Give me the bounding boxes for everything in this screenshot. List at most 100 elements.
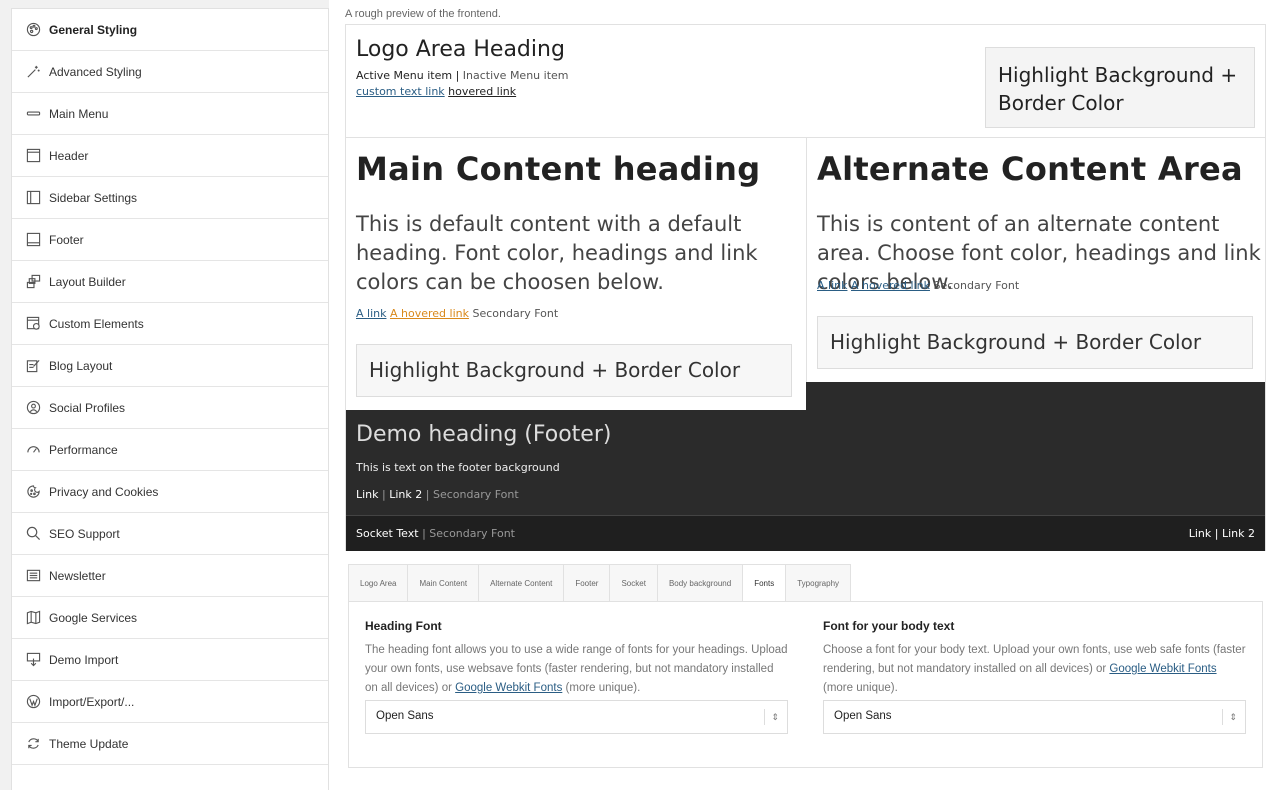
search-icon <box>25 526 41 542</box>
tab-alternate-content[interactable]: Alternate Content <box>478 564 564 602</box>
sidebar-item-layout-builder[interactable]: Layout Builder <box>12 261 328 303</box>
socket-separator: | <box>422 527 426 540</box>
menu-separator: | <box>455 69 460 82</box>
heading-font-select[interactable]: Open Sans ⇕ <box>365 700 788 734</box>
alt-secondary-font: Secondary Font <box>933 279 1020 292</box>
google-webkit-fonts-link[interactable]: Google Webkit Fonts <box>455 682 562 694</box>
tab-logo-area[interactable]: Logo Area <box>348 564 408 602</box>
heading-font-desc-suffix: (more unique). <box>565 682 641 694</box>
sidebar-item-footer[interactable]: Footer <box>12 219 328 261</box>
sidebar-item-label: Import/Export/... <box>49 694 135 709</box>
tab-socket[interactable]: Socket <box>609 564 657 602</box>
preview-socket: Socket Text | Secondary Font Link | Link… <box>346 515 1265 551</box>
alt-hovered-link[interactable]: A hovered link <box>851 279 930 292</box>
sidebar-item-custom-elements[interactable]: Custom Elements <box>12 303 328 345</box>
footer-link-2[interactable]: Link 2 <box>389 488 422 501</box>
tab-main-content[interactable]: Main Content <box>407 564 479 602</box>
sidebar-item-general-styling[interactable]: General Styling <box>12 9 328 51</box>
footer-link-1[interactable]: Link <box>356 488 379 501</box>
inactive-menu-item[interactable]: Inactive Menu item <box>463 69 569 82</box>
sidebar-item-advanced-styling[interactable]: Advanced Styling <box>12 51 328 93</box>
logo-highlight-box: Highlight Background + Border Color <box>985 47 1255 128</box>
sidebar-item-newsletter[interactable]: Newsletter <box>12 555 328 597</box>
socket-text-line: Socket Text | Secondary Font <box>356 527 515 540</box>
footer-layout-icon <box>25 232 41 248</box>
tab-body-background[interactable]: Body background <box>656 564 743 602</box>
sidebar-item-blog-layout[interactable]: Blog Layout <box>12 345 328 387</box>
preview-alternate-content: Alternate Content Area This is content o… <box>806 138 1265 382</box>
sidebar-item-header[interactable]: Header <box>12 135 328 177</box>
body-font-desc-suffix: (more unique). <box>823 682 898 694</box>
footer-text: This is text on the footer background <box>356 461 560 474</box>
sidebar-item-label: Header <box>49 148 89 163</box>
main-hovered-link[interactable]: A hovered link <box>390 307 469 320</box>
sidebar-item-label: Social Profiles <box>49 400 126 415</box>
custom-elements-icon <box>25 316 41 332</box>
settings-tabs: Logo Area Main Content Alternate Content… <box>348 564 852 602</box>
footer-separator: | <box>382 488 386 501</box>
sidebar-item-label: Main Menu <box>49 106 109 121</box>
heading-font-value: Open Sans <box>376 710 434 722</box>
select-arrows-icon: ⇕ <box>764 709 779 725</box>
tab-typography[interactable]: Typography <box>785 564 852 602</box>
sidebar-item-label: Blog Layout <box>49 358 113 373</box>
cookie-icon <box>25 484 41 500</box>
custom-text-link[interactable]: custom text link <box>356 85 445 98</box>
google-webkit-fonts-link[interactable]: Google Webkit Fonts <box>1109 663 1216 675</box>
footer-edge-strip <box>806 382 1265 410</box>
sidebar-item-label: Performance <box>49 442 118 457</box>
preview-main-content: Main Content heading This is default con… <box>346 138 806 410</box>
sidebar-item-demo-import[interactable]: Demo Import <box>12 639 328 681</box>
sidebar-item-label: Privacy and Cookies <box>49 484 159 499</box>
sidebar-item-label: Google Services <box>49 610 138 625</box>
socket-links: Link | Link 2 <box>1189 527 1255 540</box>
sidebar-item-main-menu[interactable]: Main Menu <box>12 93 328 135</box>
sidebar-item-privacy-cookies[interactable]: Privacy and Cookies <box>12 471 328 513</box>
social-profile-icon <box>25 400 41 416</box>
heading-font-title: Heading Font <box>365 619 442 633</box>
select-arrows-icon: ⇕ <box>1222 709 1237 725</box>
sidebar-item-performance[interactable]: Performance <box>12 429 328 471</box>
main-link[interactable]: A link <box>356 307 386 320</box>
sidebar-menu: General Styling Advanced Styling Main Me… <box>11 8 329 790</box>
sidebar-item-social-profiles[interactable]: Social Profiles <box>12 387 328 429</box>
newsletter-icon <box>25 568 41 584</box>
sidebar-item-theme-update[interactable]: Theme Update <box>12 723 328 765</box>
alt-link[interactable]: A link <box>817 279 847 292</box>
refresh-icon <box>25 736 41 752</box>
preview-logo-area: Logo Area Heading Active Menu item | Ina… <box>346 25 1265 138</box>
preview-logo-links: custom text link hovered link <box>356 85 516 98</box>
header-layout-icon <box>25 148 41 164</box>
main-secondary-font: Secondary Font <box>472 307 559 320</box>
sidebar-item-google-services[interactable]: Google Services <box>12 597 328 639</box>
preview-caption: A rough preview of the frontend. <box>345 8 501 20</box>
preview-footer: Demo heading (Footer) This is text on th… <box>346 410 1265 515</box>
main-content-links: A link A hovered link Secondary Font <box>356 307 558 320</box>
footer-secondary-font: Secondary Font <box>433 488 519 501</box>
main-content-heading: Main Content heading <box>356 150 761 188</box>
active-menu-item[interactable]: Active Menu item <box>356 69 452 82</box>
speedometer-icon <box>25 442 41 458</box>
alt-highlight-box: Highlight Background + Border Color <box>817 316 1253 369</box>
sidebar-layout-icon <box>25 190 41 206</box>
blog-edit-icon <box>25 358 41 374</box>
sidebar-item-seo-support[interactable]: SEO Support <box>12 513 328 555</box>
tab-fonts[interactable]: Fonts <box>742 564 786 602</box>
body-font-description: Choose a font for your body text. Upload… <box>823 641 1247 698</box>
sidebar-item-import-export[interactable]: Import/Export/... <box>12 681 328 723</box>
sidebar-item-label: Sidebar Settings <box>49 190 138 205</box>
body-font-section: Font for your body text Choose a font fo… <box>823 619 1247 698</box>
socket-link-2[interactable]: Link 2 <box>1222 527 1255 540</box>
tab-footer[interactable]: Footer <box>563 564 610 602</box>
footer-separator: | <box>425 488 430 501</box>
footer-links: Link | Link 2 | Secondary Font <box>356 488 519 501</box>
layout-builder-icon <box>25 274 41 290</box>
menu-bar-icon <box>25 106 41 122</box>
sidebar-item-sidebar-settings[interactable]: Sidebar Settings <box>12 177 328 219</box>
body-font-select[interactable]: Open Sans ⇕ <box>823 700 1246 734</box>
book-map-icon <box>25 610 41 626</box>
socket-link-1[interactable]: Link <box>1189 527 1212 540</box>
sidebar-item-label: Footer <box>49 232 84 247</box>
theme-options-page: General Styling Advanced Styling Main Me… <box>0 0 1280 790</box>
hovered-link[interactable]: hovered link <box>448 85 516 98</box>
